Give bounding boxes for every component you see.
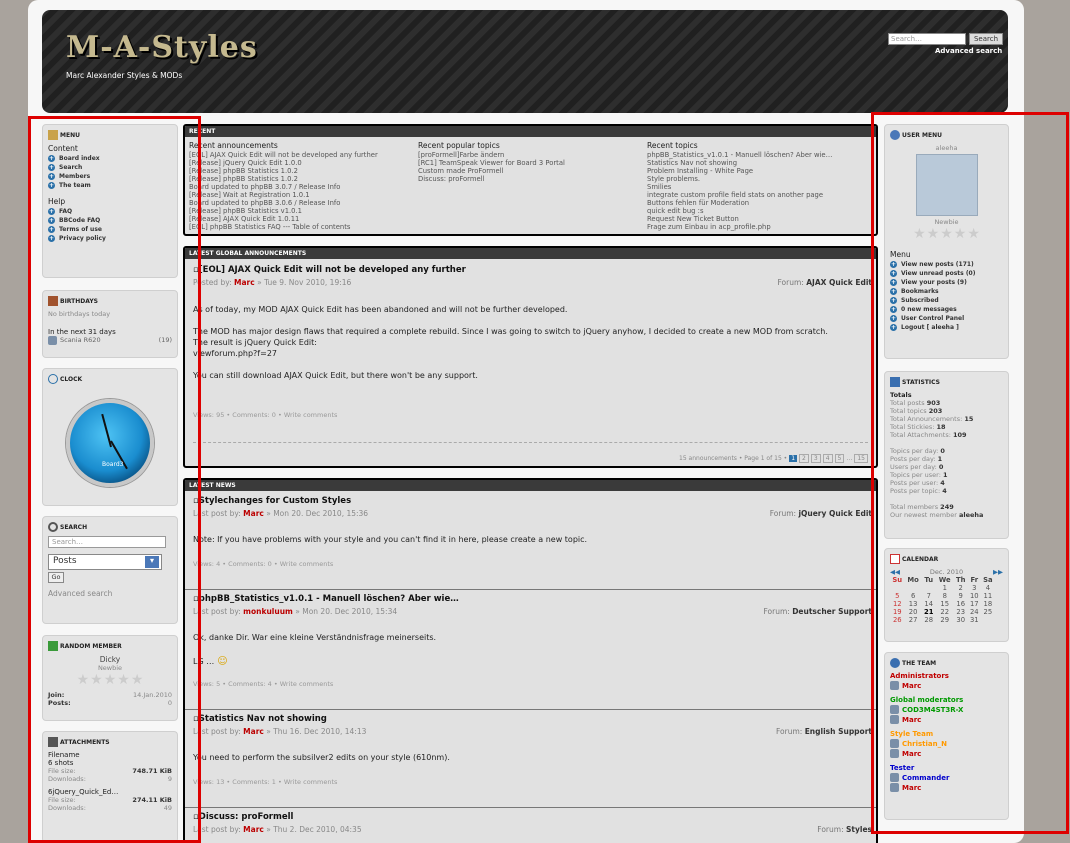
recent-link[interactable]: Board updated to phpBB 3.0.7 / Release I… — [189, 183, 378, 191]
author-link[interactable]: Marc — [234, 278, 255, 287]
news-post-title[interactable]: ▫Statistics Nav not showing — [193, 714, 327, 724]
forum-link[interactable]: jQuery Quick Edit — [798, 509, 872, 518]
recent-link[interactable]: Board updated to phpBB 3.0.6 / Release I… — [189, 199, 378, 207]
news-post-body: LG … ☺ — [193, 656, 228, 667]
global-post-paragraph: The MOD has major design flaws that requ… — [193, 327, 828, 336]
global-post-body: As of today, my MOD AJAX Quick Edit has … — [193, 304, 868, 381]
recent-link[interactable]: Statistics Nav not showing — [647, 159, 832, 167]
news-post-body: Ok, danke Dir. War eine kleine Verständn… — [193, 633, 437, 642]
news-post: ▫Statistics Nav not showing Last post by:… — [185, 710, 876, 808]
recent-panel: RECENT Recent announcements [EOL] AJAX Qu… — [183, 124, 878, 236]
global-post-title[interactable]: ▫[EOL] AJAX Quick Edit will not be devel… — [193, 265, 466, 275]
news-post-forum: Forum: jQuery Quick Edit — [769, 509, 872, 518]
news-post-meta: Last post by: Marc » Thu 2. Dec 2010, 04… — [193, 825, 362, 834]
news-post-footer[interactable]: Views: 13 • Comments: 1 • Write comments — [193, 778, 337, 786]
news-post: ▫Discuss: proFormell Last post by: Marc »… — [185, 808, 876, 843]
site-tagline: Marc Alexander Styles & MODs — [66, 71, 183, 80]
news-post-footer[interactable]: Views: 5 • Comments: 4 • Write comments — [193, 680, 333, 688]
news-post-forum: Forum: Deutscher Support — [763, 607, 872, 616]
recent-link[interactable]: [Release] phpBB Statistics v1.0.1 — [189, 207, 378, 215]
page-link[interactable]: 3 — [810, 454, 821, 463]
recent-link[interactable]: Problem Installing - White Page — [647, 167, 832, 175]
page-link[interactable]: 15 — [854, 454, 868, 463]
author-link[interactable]: Marc — [243, 825, 264, 834]
recent-link[interactable]: [RC1] TeamSpeak Viewer for Board 3 Porta… — [418, 159, 565, 167]
recent-link[interactable]: Style problems. — [647, 175, 832, 183]
author-link[interactable]: Marc — [243, 727, 264, 736]
page-link[interactable]: 1 — [789, 455, 798, 462]
pagination-ellipsis: … — [846, 455, 853, 462]
global-post-footer[interactable]: Views: 95 • Comments: 0 • Write comments — [193, 411, 337, 419]
recent-topics-title: Recent topics — [647, 141, 698, 150]
news-title: LATEST NEWS — [185, 480, 876, 491]
news-post-forum: Forum: English Support — [775, 727, 872, 736]
recent-link[interactable]: [Release] AJAX Quick Edit 1.0.11 — [189, 215, 378, 223]
recent-link[interactable]: Frage zum Einbau in acp_profile.php — [647, 223, 832, 231]
recent-announcements-title: Recent announcements — [189, 141, 278, 150]
recent-link[interactable]: Request New Ticket Button — [647, 215, 832, 223]
header-advanced-search-link[interactable]: Advanced search — [935, 47, 1002, 55]
latest-news-panel: LATEST NEWS ▫Stylechanges for Custom Sty… — [183, 478, 878, 843]
news-post: ▫Stylechanges for Custom Styles Last post… — [185, 492, 876, 590]
news-post-forum: Forum: Styles — [817, 825, 872, 834]
recent-link[interactable]: Discuss: proFormell — [418, 175, 565, 183]
recent-link[interactable]: [EOL] AJAX Quick Edit will not be develo… — [189, 151, 378, 159]
forum-link[interactable]: Deutscher Support — [792, 607, 872, 616]
forum-link[interactable]: Styles — [846, 825, 872, 834]
recent-title: RECENT — [185, 126, 876, 137]
recent-link[interactable]: quick edit bug :s — [647, 207, 832, 215]
recent-link[interactable]: integrate custom profile field stats on … — [647, 191, 832, 199]
site-logo[interactable]: M-A-Styles — [66, 30, 258, 65]
news-post-meta: Last post by: Marc » Mon 20. Dec 2010, 1… — [193, 509, 369, 518]
highlight-left-column — [28, 116, 201, 843]
recent-topics-col: Recent topics phpBB_Statistics_v1.0.1 - M… — [647, 141, 832, 232]
global-post-paragraph: The result is jQuery Quick Edit: — [193, 338, 317, 347]
recent-popular-title: Recent popular topics — [418, 141, 500, 150]
highlight-right-column — [871, 112, 1069, 834]
pagination-text: 15 announcements • Page 1 of 15 • — [679, 455, 788, 462]
news-post-body: You need to perform the subsilver2 edits… — [193, 753, 450, 762]
page-link[interactable]: 4 — [822, 454, 833, 463]
recent-link[interactable]: Buttons fehlen für Moderation — [647, 199, 832, 207]
global-post-paragraph: You can still download AJAX Quick Edit, … — [193, 371, 478, 380]
global-post-forum: Forum: AJAX Quick Edit — [777, 278, 872, 287]
smiley-icon: ☺ — [217, 656, 228, 667]
page-link[interactable]: 2 — [799, 454, 809, 463]
global-announcements-panel: LATEST GLOBAL ANNOUNCEMENTS ▫[EOL] AJAX … — [183, 246, 878, 468]
recent-popular-col: Recent popular topics [proFormell]Farbe ä… — [418, 141, 565, 184]
news-post: ▫phpBB_Statistics_v1.0.1 - Manuell lösch… — [185, 590, 876, 710]
page-link[interactable]: 5 — [834, 454, 845, 463]
news-post-footer[interactable]: Views: 4 • Comments: 0 • Write comments — [193, 560, 333, 568]
recent-link[interactable]: [Release] phpBB Statistics 1.0.2 — [189, 175, 378, 183]
recent-announcements-col: Recent announcements [EOL] AJAX Quick Edi… — [189, 141, 378, 232]
global-post-paragraph: As of today, my MOD AJAX Quick Edit has … — [193, 305, 568, 314]
author-link[interactable]: monkuluum — [243, 607, 293, 616]
header-search-button[interactable]: Search — [969, 33, 1003, 45]
news-post-body: Note: If you have problems with your sty… — [193, 535, 588, 544]
header-search-input[interactable]: Search… — [888, 33, 966, 45]
forum-link[interactable]: English Support — [805, 727, 872, 736]
author-link[interactable]: Marc — [243, 509, 264, 518]
recent-link[interactable]: Smilies — [647, 183, 832, 191]
recent-link[interactable]: [Release] phpBB Statistics 1.0.2 — [189, 167, 378, 175]
news-post-meta: Last post by: Marc » Thu 16. Dec 2010, 1… — [193, 727, 367, 736]
news-post-meta: Last post by: monkuluum » Mon 20. Dec 20… — [193, 607, 398, 616]
news-post-title[interactable]: ▫phpBB_Statistics_v1.0.1 - Manuell lösch… — [193, 594, 459, 604]
news-post-title[interactable]: ▫Discuss: proFormell — [193, 812, 293, 822]
recent-link[interactable]: [EOL] phpBB Statistics FAQ --- Table of … — [189, 223, 378, 231]
news-post-title[interactable]: ▫Stylechanges for Custom Styles — [193, 496, 351, 506]
recent-link[interactable]: [proFormell]Farbe ändern — [418, 151, 565, 159]
global-post-meta: Posted by: Marc » Tue 9. Nov 2010, 19:16 — [193, 278, 352, 287]
viewforum-link[interactable]: viewforum.php?f=27 — [193, 348, 868, 359]
recent-link[interactable]: phpBB_Statistics_v1.0.1 - Manuell lösche… — [647, 151, 832, 159]
recent-link[interactable]: [Release] Wait at Registration 1.0.1 — [189, 191, 378, 199]
recent-link[interactable]: Custom made ProFormell — [418, 167, 565, 175]
recent-link[interactable]: [Release] jQuery Quick Edit 1.0.0 — [189, 159, 378, 167]
pagination: 15 announcements • Page 1 of 15 • 1 2 3 4 5…… — [679, 454, 868, 463]
forum-link[interactable]: AJAX Quick Edit — [806, 278, 872, 287]
global-title: LATEST GLOBAL ANNOUNCEMENTS — [185, 248, 876, 259]
